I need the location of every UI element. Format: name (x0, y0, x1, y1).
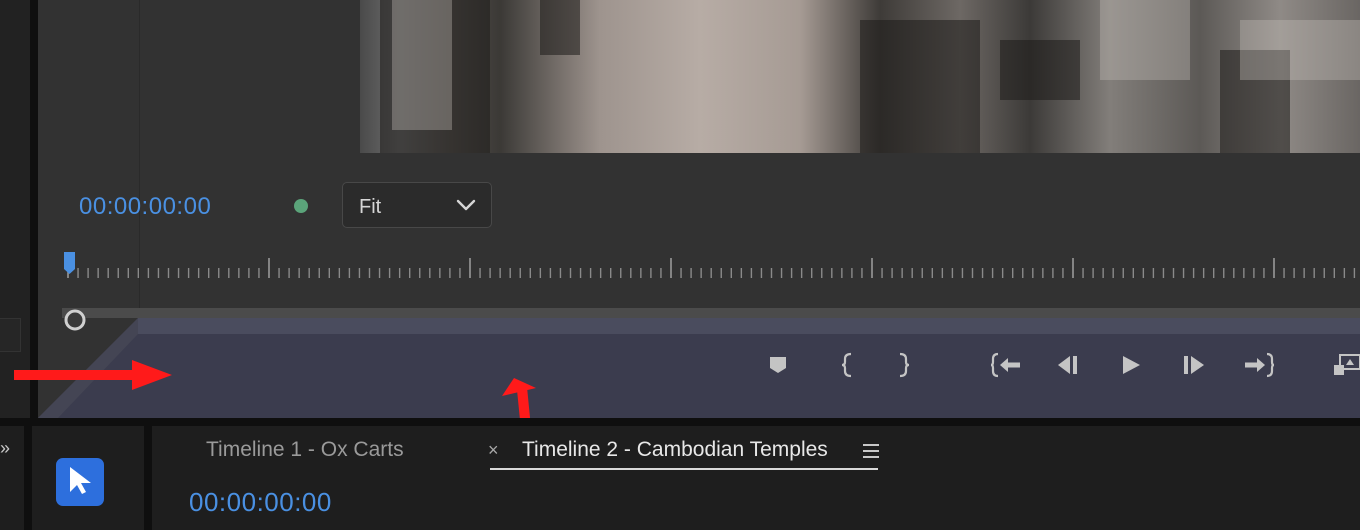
selection-tool-button[interactable] (56, 458, 104, 506)
annotation-arrow-right (14, 360, 172, 390)
zoom-level-value: Fit (359, 196, 382, 218)
timeline-timecode[interactable]: 00:00:00:00 (189, 487, 332, 518)
expand-panel-icon[interactable]: » (0, 438, 10, 459)
tab-timeline-1[interactable]: Timeline 1 - Ox Carts (206, 438, 404, 462)
play-button[interactable] (1116, 352, 1146, 382)
tab-timeline-2[interactable]: Timeline 2 - Cambodian Temples (522, 438, 828, 462)
go-to-in-icon (990, 352, 1022, 383)
video-preview-frame (360, 0, 1360, 153)
lift-icon (1332, 353, 1360, 382)
go-to-out-icon (1243, 352, 1275, 383)
add-marker-button[interactable] (763, 352, 793, 382)
time-ruler[interactable] (64, 250, 1360, 280)
lift-button[interactable] (1332, 352, 1360, 382)
selection-arrow-icon (65, 464, 95, 501)
zoom-level-select[interactable]: Fit (342, 182, 492, 228)
left-panel-strip (0, 0, 30, 418)
step-back-icon (1056, 354, 1082, 381)
marker-icon (768, 355, 788, 380)
zoom-scroll-track[interactable] (62, 308, 1360, 318)
step-back-button[interactable] (1054, 352, 1084, 382)
mark-out-icon (896, 352, 912, 383)
chevron-down-icon (455, 196, 477, 219)
program-timecode[interactable]: 00:00:00:00 (79, 193, 211, 221)
go-to-in-button[interactable] (988, 352, 1024, 382)
play-icon (1120, 354, 1142, 381)
close-tab-icon[interactable]: × (488, 440, 499, 461)
step-forward-icon (1181, 354, 1207, 381)
active-tab-underline (490, 468, 878, 470)
panel-divider[interactable] (30, 0, 38, 418)
left-panel-button[interactable] (0, 318, 21, 352)
panel-divider-horizontal[interactable] (0, 418, 1360, 426)
mark-in-icon (839, 352, 855, 383)
transport-bar (38, 318, 1360, 418)
go-to-out-button[interactable] (1241, 352, 1277, 382)
mark-in-button[interactable] (832, 352, 862, 382)
mark-out-button[interactable] (889, 352, 919, 382)
panel-menu-icon[interactable] (862, 442, 880, 465)
step-forward-button[interactable] (1179, 352, 1209, 382)
status-indicator (294, 199, 308, 213)
panel-divider[interactable] (144, 426, 152, 530)
zoom-scroll-handle[interactable] (64, 309, 86, 331)
playhead-marker[interactable] (64, 252, 75, 274)
panel-divider[interactable] (24, 426, 32, 530)
